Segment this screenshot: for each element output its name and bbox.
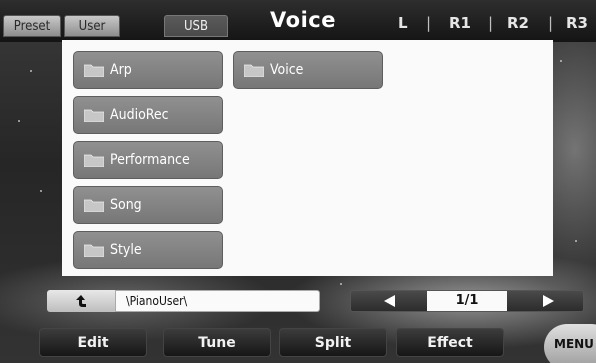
tab-user[interactable]: User: [64, 15, 120, 37]
sparkle: [40, 190, 42, 192]
sparkle: [18, 120, 20, 122]
folder-item-voice[interactable]: Voice: [233, 51, 383, 89]
folder-label: Song: [110, 197, 142, 213]
part-l[interactable]: L: [398, 14, 408, 32]
next-page-button[interactable]: [543, 295, 554, 307]
folder-item-style[interactable]: Style: [73, 231, 223, 269]
page-title: Voice: [270, 8, 336, 32]
folder-label: Style: [110, 242, 142, 258]
tab-preset[interactable]: Preset: [3, 15, 61, 37]
folder-icon: [84, 199, 104, 212]
current-path-field: \PianoUser\: [115, 290, 320, 312]
folder-label: Performance: [110, 152, 190, 168]
folder-item-song[interactable]: Song: [73, 186, 223, 224]
sparkle: [340, 283, 342, 285]
folder-label: Arp: [110, 62, 132, 78]
effect-button[interactable]: Effect: [396, 328, 504, 357]
page-navigator: 1/1: [350, 290, 584, 312]
sparkle: [575, 240, 577, 242]
current-path: \PianoUser\: [126, 294, 188, 308]
screen: Preset User USB Voice L | R1 | R2 | R3 A…: [0, 0, 596, 363]
header-bar: Preset User USB Voice L | R1 | R2 | R3: [0, 0, 596, 42]
folder-icon: [84, 244, 104, 257]
part-r2[interactable]: R2: [507, 14, 529, 32]
split-button[interactable]: Split: [279, 328, 387, 357]
folder-label: Voice: [270, 62, 304, 78]
part-separator: |: [548, 14, 554, 32]
tab-usb[interactable]: USB: [164, 15, 228, 37]
folder-icon: [84, 64, 104, 77]
folder-icon: [84, 109, 104, 122]
parent-folder-button[interactable]: [47, 290, 115, 312]
menu-button[interactable]: MENU: [544, 324, 596, 363]
page-indicator: 1/1: [427, 291, 507, 311]
part-r1[interactable]: R1: [449, 14, 471, 32]
folder-item-performance[interactable]: Performance: [73, 141, 223, 179]
part-separator: |: [426, 14, 432, 32]
folder-item-audiorec[interactable]: AudioRec: [73, 96, 223, 134]
tune-button[interactable]: Tune: [163, 328, 271, 357]
folder-icon: [244, 64, 264, 77]
file-browser-panel: Arp AudioRec Performance Song Style Voic…: [62, 40, 553, 276]
up-arrow-icon: [76, 295, 86, 307]
sparkle: [30, 70, 32, 72]
sparkle: [560, 60, 562, 62]
folder-label: AudioRec: [110, 107, 169, 123]
part-separator: |: [488, 14, 494, 32]
folder-icon: [84, 154, 104, 167]
folder-item-arp[interactable]: Arp: [73, 51, 223, 89]
edit-button[interactable]: Edit: [39, 328, 147, 357]
previous-page-button[interactable]: [384, 295, 395, 307]
part-r3[interactable]: R3: [566, 14, 588, 32]
